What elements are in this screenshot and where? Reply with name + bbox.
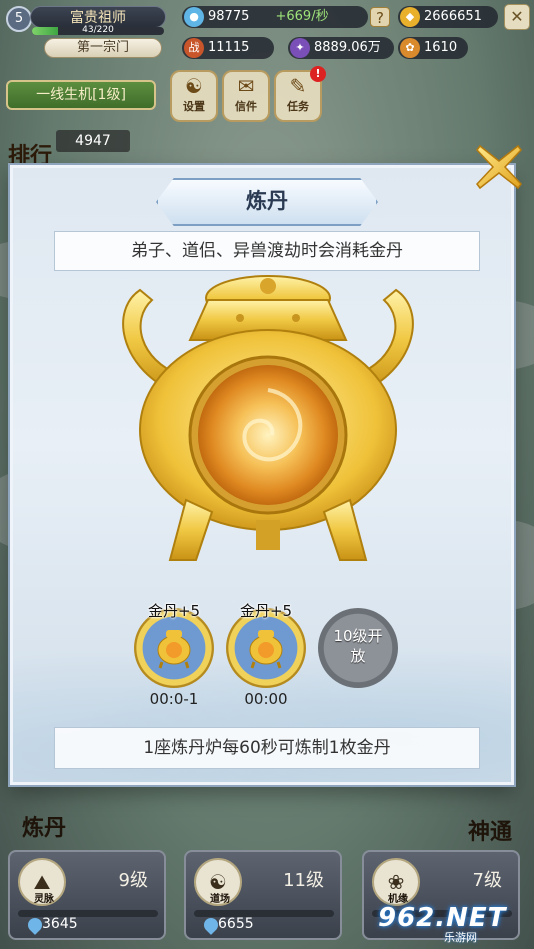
battle-power-icon: 战: [184, 38, 204, 58]
dojo-card[interactable]: ☯ 道场 11级 6655: [184, 850, 342, 940]
gold-ingot-icon: ◆: [400, 7, 420, 27]
slot-unlock-requirement: 10级开 放: [333, 627, 383, 665]
settings-label: 设置: [183, 100, 205, 113]
treasure-amount: 1610: [424, 40, 458, 55]
slot-reward-badge: 金丹+5: [147, 602, 201, 620]
settings-button[interactable]: ☯ 设置: [170, 70, 218, 122]
player-level-badge[interactable]: 5: [6, 6, 32, 32]
dialog-description: 弟子、道侣、异兽渡劫时会消耗金丹: [54, 231, 480, 271]
dialog-footer-info: 1座炼丹炉每60秒可炼制1枚金丹: [54, 727, 480, 769]
site-watermark: 962.NET 乐游网: [378, 903, 526, 944]
spirit-vein-cost: 3645: [42, 916, 78, 932]
mail-button[interactable]: ✉ 信件: [222, 70, 270, 122]
spirit-amount: 98775: [208, 9, 250, 24]
gold-resource: ◆ 2666651: [398, 6, 498, 28]
dojo-level: 11级: [283, 870, 324, 891]
mail-label: 信件: [235, 100, 257, 113]
furnace-slot-2[interactable]: 金丹+5: [226, 602, 306, 688]
dialog-close-icon[interactable]: [474, 142, 524, 192]
alchemy-furnace[interactable]: [100, 270, 436, 580]
tasks-button[interactable]: ✎ 任务 !: [274, 66, 326, 122]
spirit-drop-icon: ●: [184, 7, 204, 27]
divine-power-side-label[interactable]: 神通: [468, 814, 512, 846]
cultivation-resource: ✦ 8889.06万: [288, 37, 394, 59]
spirit-vein-progress: [18, 910, 158, 917]
settings-icon: ☯: [185, 74, 203, 98]
watermark-logo: 962.NET: [378, 903, 507, 933]
rank-number: 4947: [56, 130, 130, 152]
dialog-title-plate: 炼丹: [156, 178, 378, 226]
slot-timer: 00:0-1: [149, 690, 199, 708]
furnace-slot-1[interactable]: 金丹+5: [134, 602, 214, 688]
treasure-resource: ✿ 1610: [398, 37, 468, 59]
spirit-vein-label: 灵脉: [34, 894, 54, 905]
spirit-rate: +669/秒: [275, 9, 329, 24]
treasure-bag-icon: ✿: [400, 38, 420, 58]
power-resource: 战 11115: [182, 37, 274, 59]
top-hud: 5 富贵祖师 43/220 第一宗门 ● 98775 +669/秒 ? ◆ 26…: [0, 0, 534, 62]
spirit-vein-level: 9级: [118, 870, 148, 891]
dojo-cost: 6655: [218, 916, 254, 932]
spirit-resource: ● 98775 +669/秒: [182, 6, 368, 28]
mini-furnace-icon: [157, 630, 191, 669]
dialog-title: 炼丹: [246, 189, 288, 213]
gold-amount: 2666651: [424, 9, 482, 24]
slot-timer: 00:00: [244, 690, 288, 708]
mini-furnace-icon: [249, 630, 283, 669]
cultivation-orb-icon: ✦: [290, 38, 310, 58]
exp-text: 43/220: [82, 25, 114, 35]
tasks-label: 任务: [287, 100, 309, 113]
alchemy-side-label[interactable]: 炼丹: [22, 810, 66, 842]
power-amount: 11115: [208, 40, 250, 55]
watermark-subtitle: 乐游网: [444, 931, 477, 944]
fortune-level: 7级: [472, 870, 502, 891]
cultivation-amount: 8889.06万: [314, 40, 381, 55]
hud-close-button[interactable]: ✕: [504, 4, 530, 30]
slot-reward-badge: 金丹+5: [239, 602, 293, 620]
spirit-vein-card[interactable]: ⛰ 灵脉 9级 3645: [8, 850, 166, 940]
ranking-panel[interactable]: 4947 排行: [4, 128, 130, 169]
dojo-label: 道场: [210, 894, 230, 905]
mail-icon: ✉: [237, 74, 255, 98]
furnace-slot-3-locked[interactable]: 10级开 放: [318, 608, 398, 688]
sect-tag[interactable]: 第一宗门: [44, 38, 162, 58]
spirit-help-button[interactable]: ?: [370, 7, 390, 27]
lifeline-banner[interactable]: 一线生机[1级]: [6, 80, 156, 110]
tasks-notification-badge: !: [310, 66, 326, 82]
dojo-progress: [194, 910, 334, 917]
